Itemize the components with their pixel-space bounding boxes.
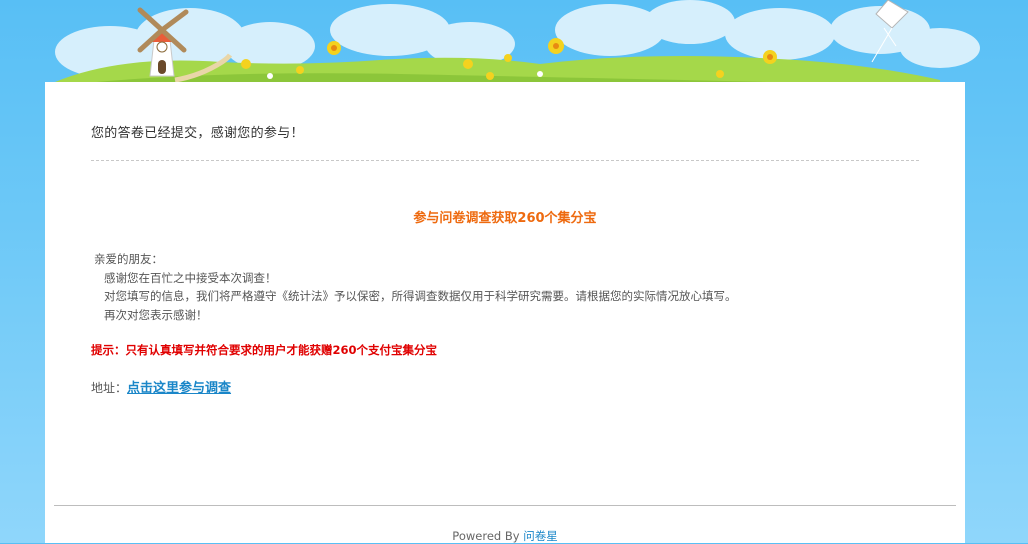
survey-link[interactable]: 点击这里参与调查 <box>127 381 231 396</box>
header-scenery <box>0 0 1028 90</box>
powered-by-text: Powered By <box>452 529 520 543</box>
footer-divider <box>54 505 956 506</box>
footer: Powered By 问卷星 <box>45 528 965 544</box>
letter-greeting: 亲爱的朋友： <box>94 252 163 266</box>
tip-text: 提示：只有认真填写并符合要求的用户才能获赠260个支付宝集分宝 <box>91 343 438 357</box>
promo-title: 参与问卷调查获取260个集分宝 <box>413 211 597 226</box>
address-row: 地址：点击这里参与调查 <box>91 377 231 396</box>
letter-line: 对您填写的信息，我们将严格遵守《统计法》予以保密，所得调查数据仅用于科学研究需要… <box>104 289 737 303</box>
submission-confirmation: 您的答卷已经提交，感谢您的参与！ <box>91 126 304 141</box>
scenery-illustration <box>55 0 980 90</box>
divider <box>91 160 919 161</box>
letter-line: 再次对您表示感谢！ <box>104 307 208 322</box>
letter-body: 亲爱的朋友： 感谢您在百忙之中接受本次调查！ 对您填写的信息，我们将严格遵守《统… <box>94 250 737 324</box>
result-card: 您的答卷已经提交，感谢您的参与！ 参与问卷调查获取260个集分宝 亲爱的朋友： … <box>45 82 965 543</box>
brand-link[interactable]: 问卷星 <box>523 529 558 543</box>
address-label: 地址： <box>91 381 128 395</box>
letter-line: 感谢您在百忙之中接受本次调查！ <box>104 270 277 285</box>
